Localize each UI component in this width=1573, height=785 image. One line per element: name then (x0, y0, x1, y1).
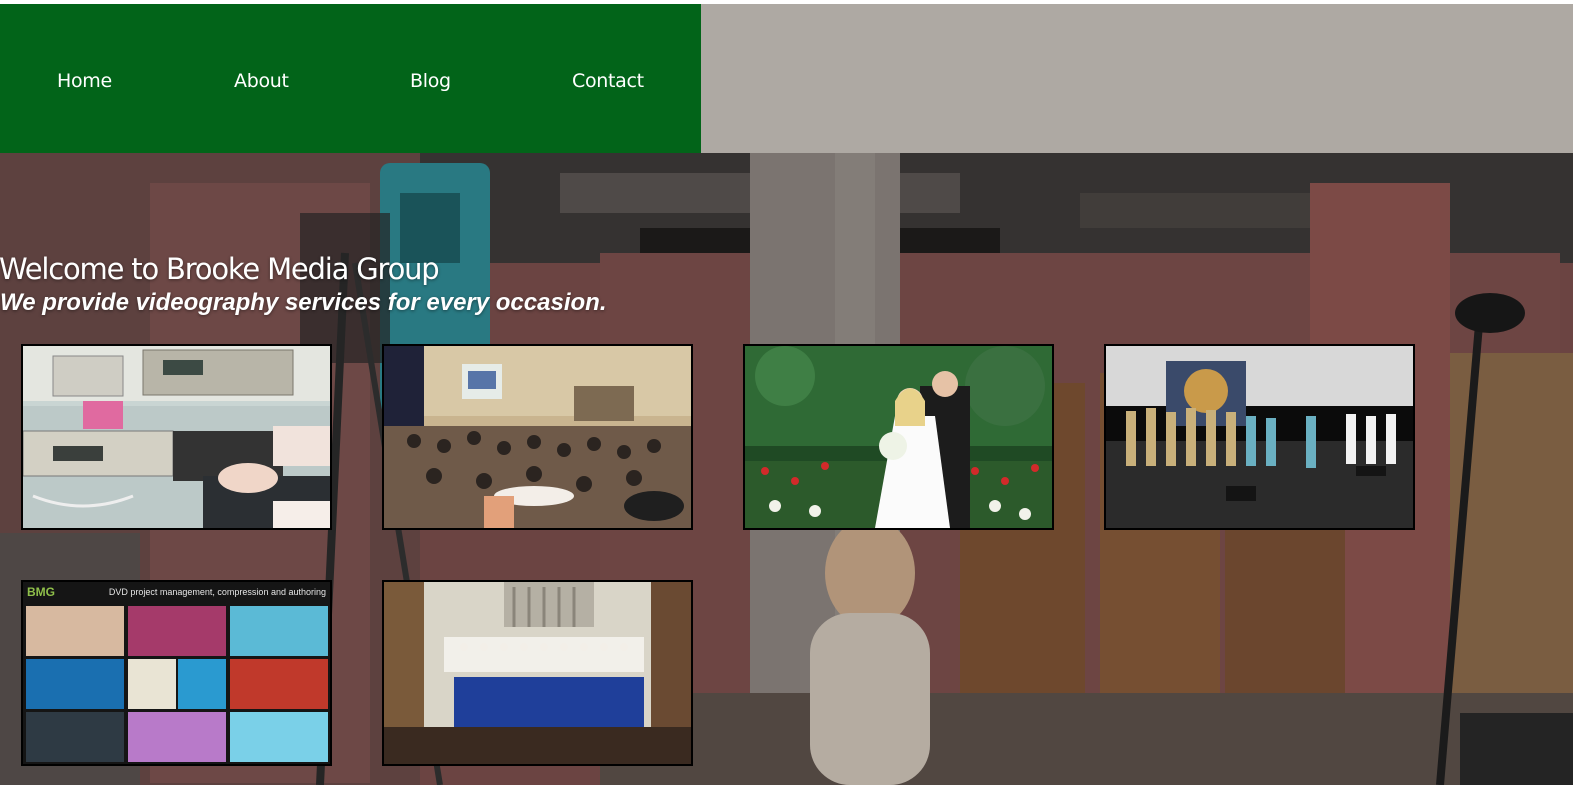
stage-performance-photo (1106, 346, 1413, 528)
nav-blog-link[interactable]: Blog (410, 70, 451, 92)
thumb-wedding[interactable] (743, 344, 1054, 530)
thumb-dvd-projects[interactable]: BMG DVD project management, compression … (21, 580, 332, 766)
dvd-projects-collage: BMG DVD project management, compression … (23, 582, 330, 764)
conference-event-photo (384, 346, 691, 528)
thumb-choir-concert[interactable] (382, 580, 693, 766)
wedding-photo (745, 346, 1052, 528)
thumb-conference-event[interactable] (382, 344, 693, 530)
nav-bar: Home About Blog Contact (0, 4, 701, 153)
welcome-heading: Welcome to Brooke Media Group (0, 252, 440, 286)
dvd-caption: DVD project management, compression and … (109, 587, 326, 597)
nav-home-link[interactable]: Home (57, 70, 112, 92)
nav-contact-link[interactable]: Contact (572, 70, 644, 92)
nav-about-link[interactable]: About (234, 70, 289, 92)
thumb-electronics-lab[interactable] (21, 344, 332, 530)
thumb-stage-performance[interactable] (1104, 344, 1415, 530)
page: Home About Blog Contact Welcome to Brook… (0, 0, 1573, 785)
electronics-lab-photo (23, 346, 330, 528)
dvd-logo: BMG (27, 585, 55, 599)
tagline-text: We provide videography services for ever… (0, 289, 607, 316)
choir-concert-photo (384, 582, 691, 764)
header-side-panel (701, 4, 1573, 153)
